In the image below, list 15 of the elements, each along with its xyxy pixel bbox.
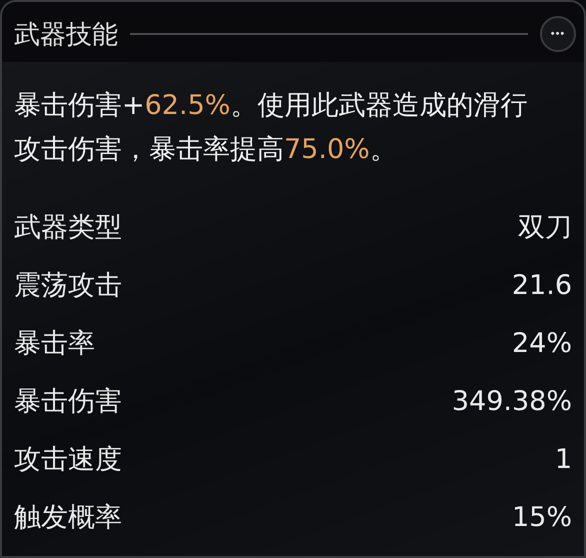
stat-label: 暴击伤害 [14, 385, 122, 419]
stat-label: 攻击速度 [14, 443, 122, 477]
stat-value: 21.6 [512, 270, 572, 300]
more-button[interactable]: ••• [540, 16, 576, 52]
stat-label: 触发概率 [14, 501, 122, 535]
stat-value: 15% [512, 502, 572, 532]
stat-value: 1 [554, 444, 572, 474]
stat-value: 24% [512, 328, 572, 358]
stat-label: 武器类型 [14, 211, 122, 245]
skill-description: 暴击伤害+62.5%。使用此武器造成的滑行攻击伤害，暴击率提高75.0%。 [14, 89, 528, 167]
stat-value: 349.38% [452, 386, 572, 416]
panel-title: 武器技能 [14, 18, 118, 52]
stat-label: 暴击率 [14, 327, 95, 361]
stat-value: 双刀 [518, 211, 572, 245]
stat-label: 震荡攻击 [14, 269, 122, 303]
